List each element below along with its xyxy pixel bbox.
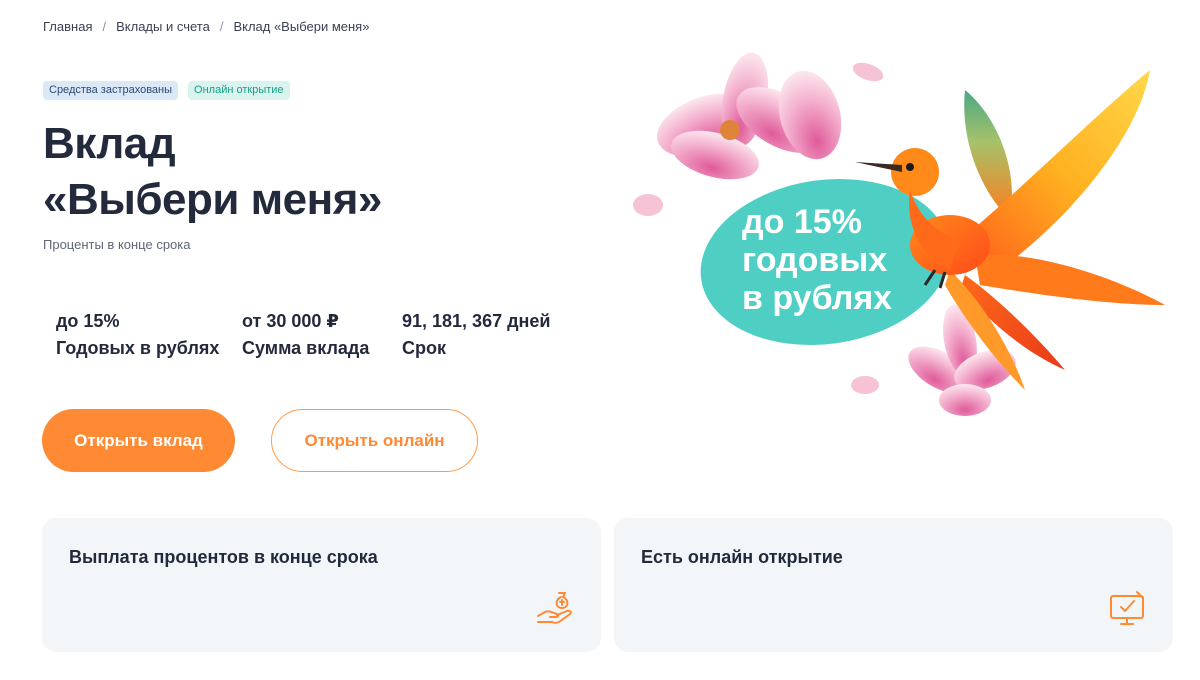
param-amount: от 30 000 ₽ Сумма вклада: [242, 308, 402, 362]
param-amount-value: от 30 000 ₽: [242, 311, 339, 331]
hero-illustration: [633, 52, 1165, 416]
deposit-params: до 15% Годовых в рублях от 30 000 ₽ Сумм…: [56, 308, 572, 362]
promo-line3: в рублях: [742, 279, 893, 317]
feature-card-interest-payout: Выплата процентов в конце срока: [42, 518, 601, 652]
param-term-value: 91, 181, 367 дней: [402, 311, 551, 331]
online-opening-badge: Онлайн открытие: [188, 81, 290, 100]
breadcrumb-current: Вклад «Выбери меня»: [233, 19, 370, 34]
param-term-label: Срок: [402, 338, 446, 358]
breadcrumb-home[interactable]: Главная: [43, 19, 92, 34]
hand-money-bag-icon: [537, 592, 572, 624]
param-amount-label: Сумма вклада: [242, 338, 370, 358]
open-deposit-button[interactable]: Открыть вклад: [42, 409, 235, 472]
badges: Средства застрахованы Онлайн открытие: [43, 81, 290, 100]
page-subtitle: Проценты в конце срока: [43, 237, 191, 252]
insured-badge: Средства застрахованы: [43, 81, 179, 100]
feature-card-title: Выплата процентов в конце срока: [69, 547, 378, 567]
page-title-line2: «Выбери меня»: [43, 175, 382, 224]
param-rate-label: Годовых в рублях: [56, 338, 220, 358]
page-title-line1: Вклад: [43, 119, 176, 168]
param-rate-value: до 15%: [56, 311, 120, 331]
breadcrumb-separator: /: [219, 19, 224, 34]
monitor-check-icon: [1110, 591, 1144, 625]
feature-card-title: Есть онлайн открытие: [641, 547, 843, 567]
page-title: Вклад «Выбери меня»: [43, 116, 382, 228]
open-online-button[interactable]: Открыть онлайн: [271, 409, 478, 472]
breadcrumb: Главная / Вклады и счета / Вклад «Выбери…: [43, 19, 369, 34]
param-rate: до 15% Годовых в рублях: [56, 308, 242, 362]
breadcrumb-separator: /: [102, 19, 107, 34]
promo-line2: годовых: [742, 241, 888, 279]
param-term: 91, 181, 367 дней Срок: [402, 308, 572, 362]
promo-text: до 15% годовых в рублях: [742, 203, 892, 317]
breadcrumb-deposits[interactable]: Вклады и счета: [116, 19, 210, 34]
promo-line1: до 15%: [742, 203, 862, 241]
feature-card-online-opening: Есть онлайн открытие: [614, 518, 1173, 652]
